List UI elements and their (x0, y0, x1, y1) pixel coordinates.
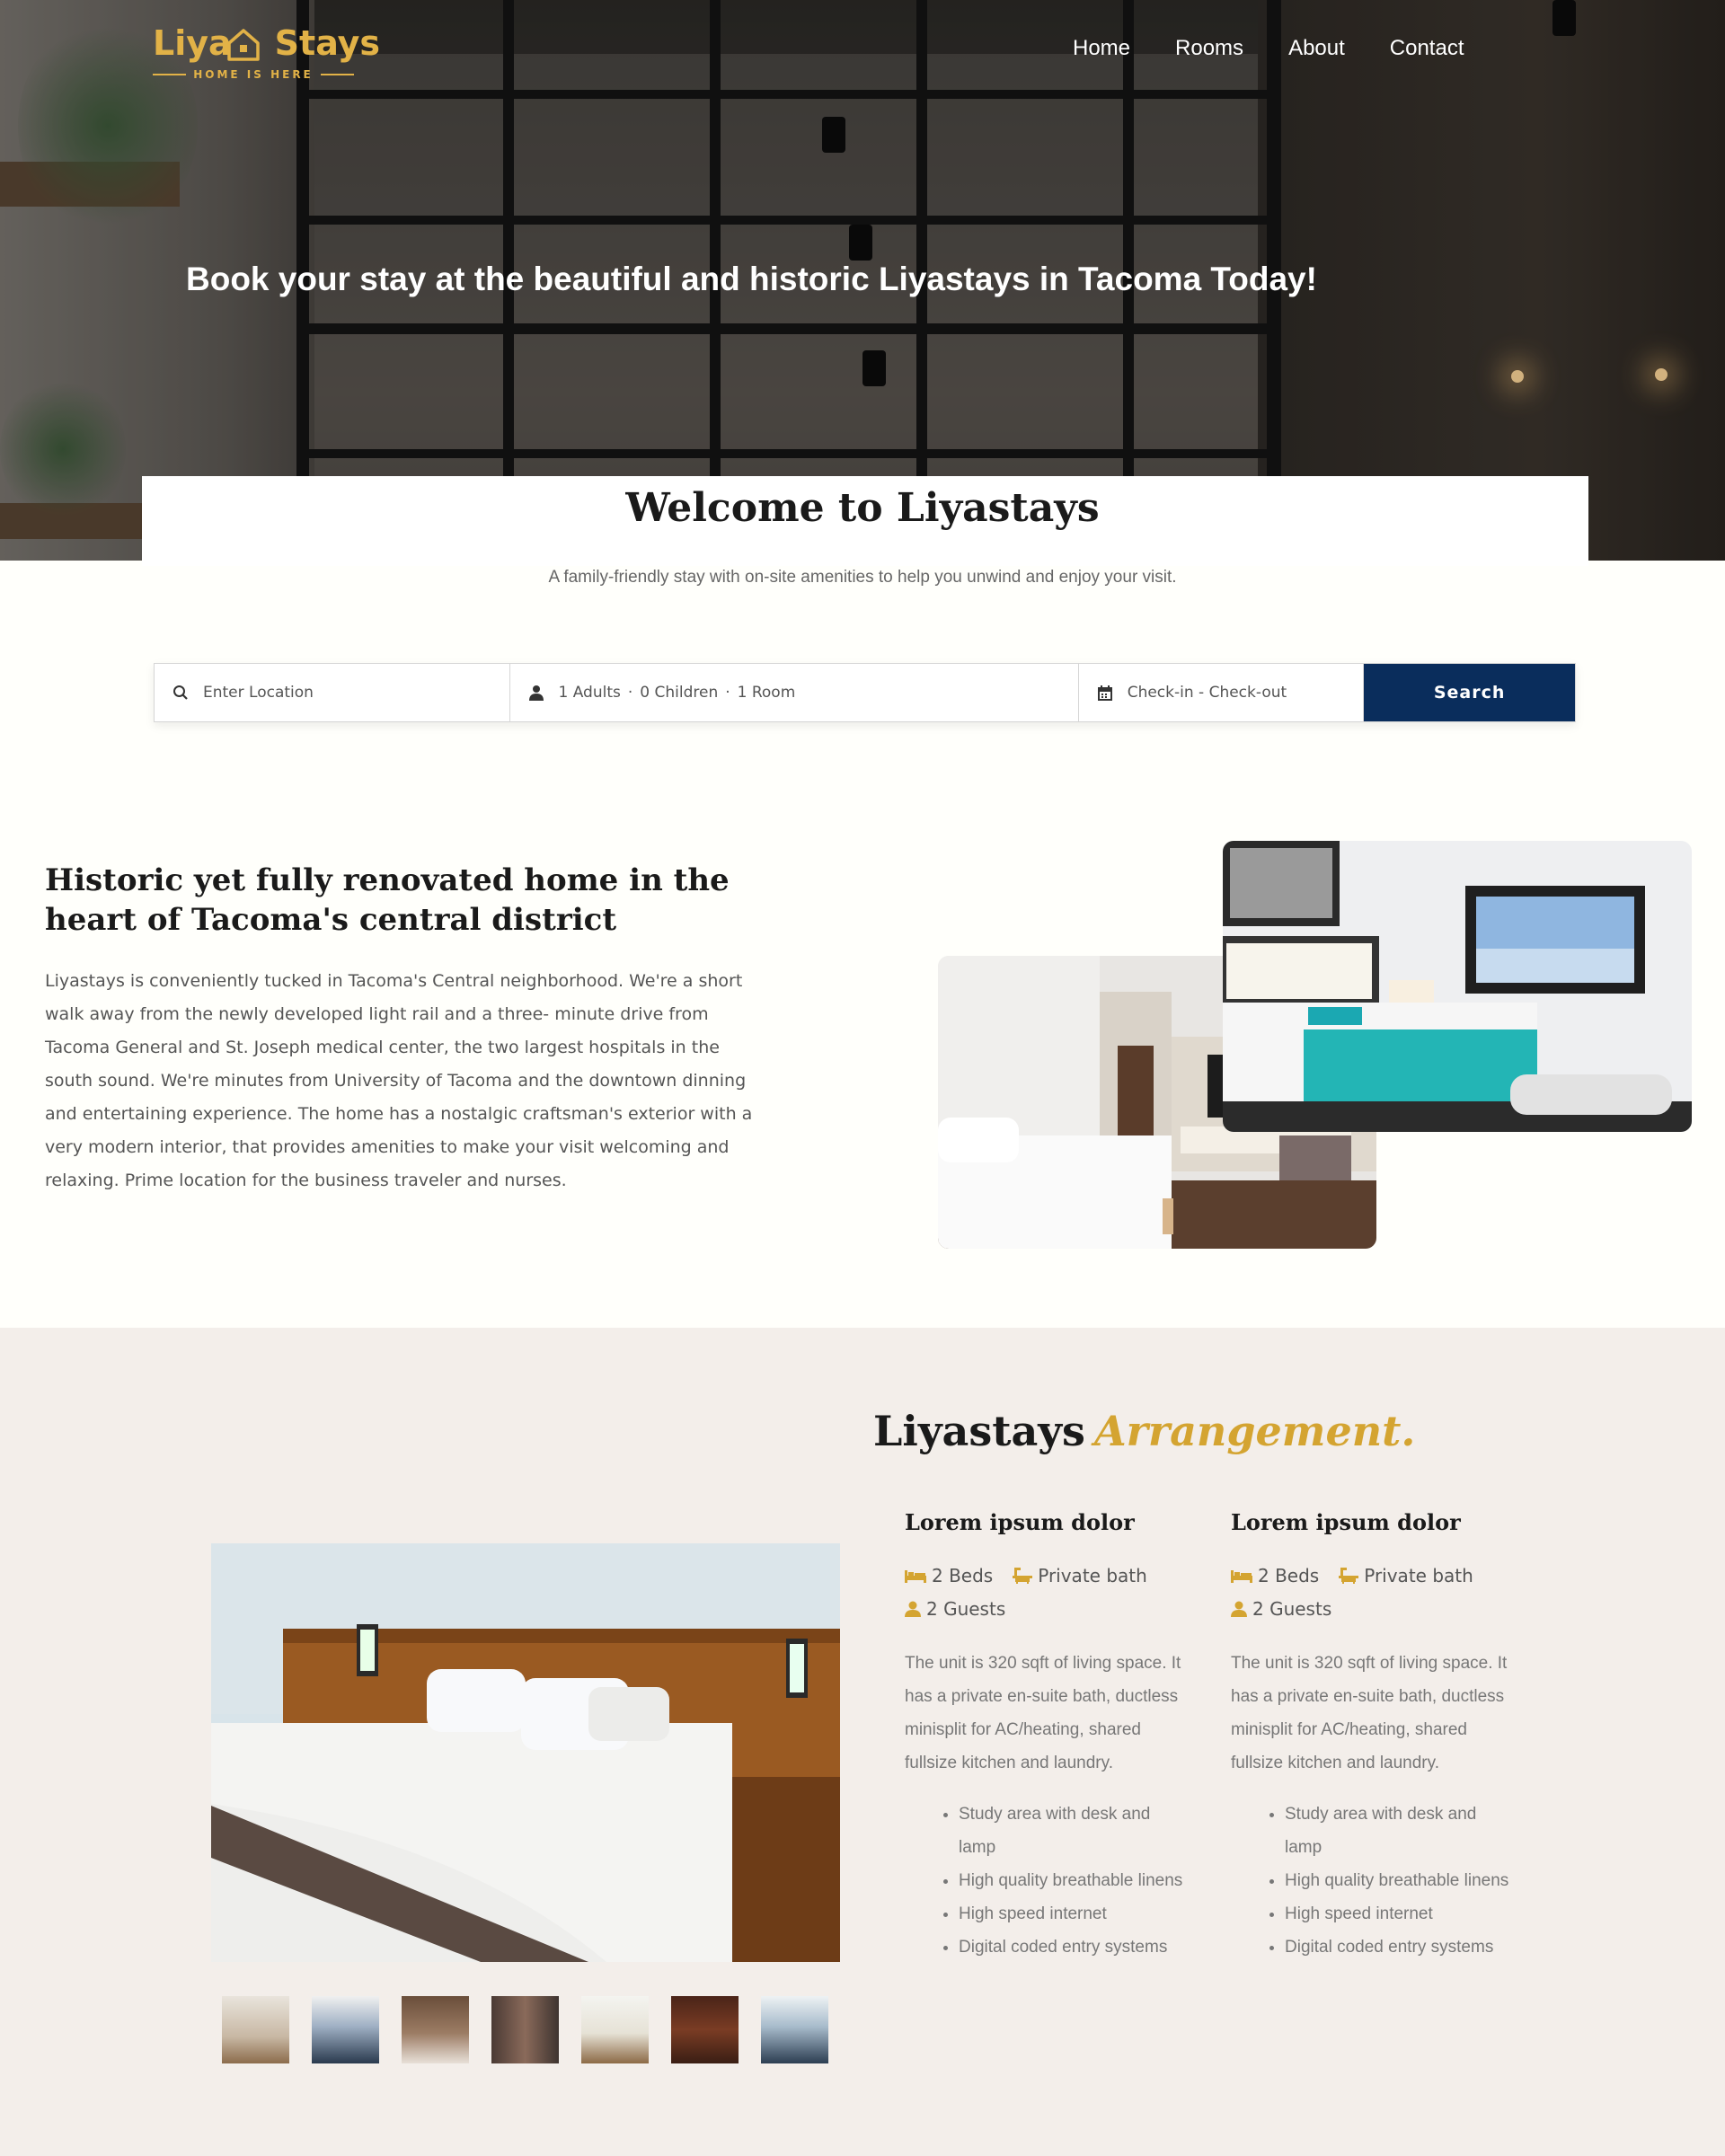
arrangement-title-main: Liyastays (873, 1407, 1085, 1455)
location-placeholder: Enter Location (203, 684, 314, 702)
calendar-icon (1095, 683, 1115, 702)
unit-description: The unit is 320 sqft of living space. It… (905, 1654, 1181, 1772)
unit-guests-row: 2 Guests (905, 1592, 1183, 1625)
welcome-title: Welcome to Liyastays (625, 485, 1100, 531)
location-field[interactable]: Enter Location (155, 664, 510, 721)
nav-about[interactable]: About (1288, 36, 1345, 61)
thumbnail[interactable] (671, 1996, 739, 2063)
unit-beds: 2 Beds (1258, 1564, 1320, 1586)
guests-selector[interactable]: 1 Adults · 0 Children · 1 Room (510, 664, 1079, 721)
unit-bath: Private bath (1364, 1564, 1473, 1586)
thumbnail[interactable] (222, 1996, 289, 2063)
amenities-list: Study area with desk and lamp High quali… (905, 1798, 1183, 1964)
amenity-item: High quality breathable linens (1285, 1864, 1509, 1897)
bath-icon (1013, 1567, 1033, 1584)
adults-count: 1 Adults (558, 684, 621, 702)
thumbnail[interactable] (491, 1996, 559, 2063)
separator-dot: · (627, 684, 633, 702)
rooms-count: 1 Room (737, 684, 796, 702)
amenities-list: Study area with desk and lamp High quali… (1231, 1798, 1509, 1964)
children-count: 0 Children (640, 684, 719, 702)
user-icon (905, 1601, 921, 1617)
search-icon (171, 683, 190, 702)
bed-icon (905, 1568, 926, 1583)
amenity-item: High quality breathable linens (959, 1864, 1183, 1897)
unit-name: Lorem ipsum dolor (1231, 1509, 1461, 1535)
amenity-item: High speed internet (959, 1897, 1183, 1931)
logo-tagline: HOME IS HERE (153, 68, 354, 81)
nav-rooms[interactable]: Rooms (1175, 36, 1243, 61)
unit-guests: 2 Guests (926, 1597, 1006, 1620)
logo-tagline-text: HOME IS HERE (193, 68, 314, 81)
welcome-subtitle: A family-friendly stay with on-site amen… (548, 568, 1177, 587)
room-photo-2 (1223, 841, 1692, 1132)
nav-contact[interactable]: Contact (1390, 36, 1464, 61)
unit-guests-row: 2 Guests (1231, 1592, 1509, 1625)
amenity-item: Study area with desk and lamp (959, 1798, 1183, 1864)
logo-part1: Liya (153, 23, 232, 63)
main-nav: Home Rooms About Contact (1073, 36, 1509, 61)
unit-features: 2 Beds Private bath (905, 1559, 1183, 1592)
amenity-item: Digital coded entry systems (1285, 1931, 1509, 1964)
separator-dot: · (725, 684, 730, 702)
unit-features: 2 Beds Private bath (1231, 1559, 1509, 1592)
thumbnail[interactable] (581, 1996, 649, 2063)
amenity-item: High speed internet (1285, 1897, 1509, 1931)
thumbnail[interactable] (761, 1996, 828, 2063)
bath-icon (1339, 1567, 1359, 1584)
unit-bath: Private bath (1038, 1564, 1147, 1586)
logo-wordmark: Liya Stays (153, 23, 380, 63)
dates-placeholder: Check-in - Check-out (1127, 684, 1287, 702)
amenity-item: Digital coded entry systems (959, 1931, 1183, 1964)
unit-description: The unit is 320 sqft of living space. It… (1231, 1654, 1508, 1772)
unit-guests: 2 Guests (1252, 1597, 1332, 1620)
unit-name: Lorem ipsum dolor (905, 1509, 1135, 1535)
user-icon (1231, 1601, 1247, 1617)
bed-icon (1231, 1568, 1252, 1583)
hero-title: Book your stay at the beautiful and hist… (186, 261, 1317, 297)
thumbnail[interactable] (312, 1996, 379, 2063)
about-title: Historic yet fully renovated home in the… (45, 862, 730, 938)
unit-card: Lorem ipsum dolor 2 Beds Private bath 2 … (905, 1509, 1183, 1964)
arrangement-title-accent: Arrangement. (1093, 1407, 1416, 1455)
nav-home[interactable]: Home (1073, 36, 1130, 61)
unit-beds: 2 Beds (932, 1564, 994, 1586)
thumbnail[interactable] (402, 1996, 469, 2063)
logo[interactable]: Liya Stays HOME IS HERE (153, 23, 380, 81)
about-text: Liyastays is conveniently tucked in Taco… (45, 971, 753, 1190)
search-button[interactable]: Search (1364, 664, 1575, 721)
logo-part2: Stays (274, 23, 381, 63)
search-bar: Enter Location 1 Adults · 0 Children · 1… (154, 663, 1576, 722)
thumbnail-strip (222, 1996, 828, 2063)
arrangement-title: Liyastays Arrangement. (873, 1407, 1415, 1455)
house-icon (227, 29, 260, 61)
dates-field[interactable]: Check-in - Check-out (1079, 664, 1365, 721)
amenity-item: Study area with desk and lamp (1285, 1798, 1509, 1864)
unit-card: Lorem ipsum dolor 2 Beds Private bath 2 … (1231, 1509, 1509, 1964)
user-icon (526, 683, 546, 702)
room-main-photo (211, 1543, 840, 1962)
